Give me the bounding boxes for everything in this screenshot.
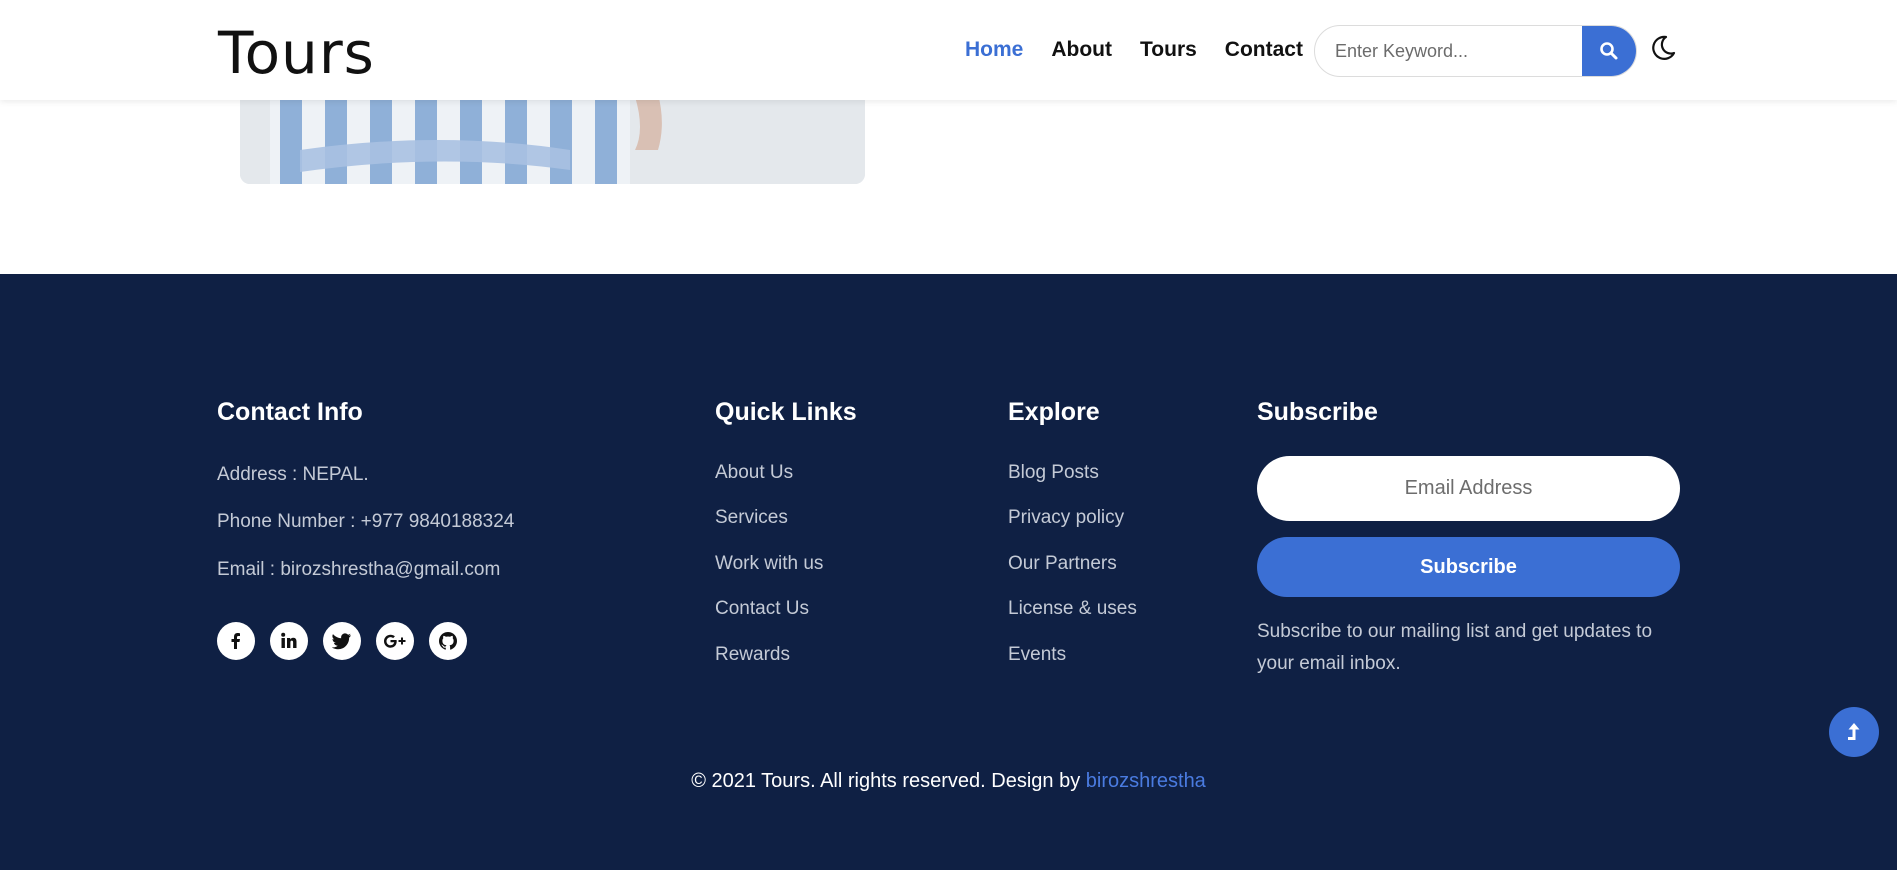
nav-tours[interactable]: Tours [1140,38,1197,62]
contact-info-heading: Contact Info [217,398,363,426]
copyright: © 2021 Tours. All rights reserved. Desig… [0,770,1897,793]
social-links [217,622,467,660]
site-logo[interactable]: Tours [218,18,375,88]
quick-links-column: Quick Links About Us Services Work with … [715,398,857,665]
theme-toggle-button[interactable] [1648,33,1678,63]
explore-heading: Explore [1008,398,1100,426]
contact-phone: Phone Number : +977 9840188324 [217,511,515,532]
quick-links-heading: Quick Links [715,398,857,426]
footer-link-blog-posts[interactable]: Blog Posts [1008,462,1099,484]
explore-column: Explore Blog Posts Privacy policy Our Pa… [1008,398,1137,665]
copyright-text: © 2021 Tours. All rights reserved. Desig… [691,770,1086,792]
google-plus-link[interactable] [376,622,414,660]
back-to-top-button[interactable] [1829,707,1879,757]
subscribe-button[interactable]: Subscribe [1257,537,1680,597]
footer-link-contact-us[interactable]: Contact Us [715,598,809,620]
search-bar [1314,25,1637,77]
contact-address: Address : NEPAL. [217,464,369,485]
footer-link-rewards[interactable]: Rewards [715,644,790,666]
site-header: Tours Home About Tours Contact [0,0,1897,100]
main-nav: Home About Tours Contact [965,38,1303,62]
email-input[interactable] [1257,456,1680,521]
search-input[interactable] [1315,26,1582,76]
contact-email: Email : birozshrestha@gmail.com [217,559,501,580]
nav-home[interactable]: Home [965,38,1023,62]
subscribe-column: Subscribe Subscribe Subscribe to our mai… [1257,398,1680,674]
nav-about[interactable]: About [1051,38,1112,62]
github-icon [439,632,457,650]
facebook-icon [231,633,240,649]
footer-link-license-uses[interactable]: License & uses [1008,598,1137,620]
subscribe-description: Subscribe to our mailing list and get up… [1257,621,1653,674]
site-footer: Contact Info Address : NEPAL. Phone Numb… [0,274,1897,870]
nav-contact[interactable]: Contact [1225,38,1303,62]
arrow-up-icon [1848,723,1860,740]
subscribe-heading: Subscribe [1257,398,1378,426]
footer-link-work-with-us[interactable]: Work with us [715,553,823,575]
footer-link-services[interactable]: Services [715,507,788,529]
footer-link-our-partners[interactable]: Our Partners [1008,553,1117,575]
footer-link-about-us[interactable]: About Us [715,462,793,484]
footer-link-privacy-policy[interactable]: Privacy policy [1008,507,1124,529]
facebook-link[interactable] [217,622,255,660]
moon-icon [1652,35,1676,60]
designer-link[interactable]: birozshrestha [1086,770,1206,792]
search-icon [1600,42,1618,60]
linkedin-icon [281,632,297,648]
twitter-icon [332,633,351,650]
github-link[interactable] [429,622,467,660]
twitter-link[interactable] [323,622,361,660]
footer-link-events[interactable]: Events [1008,644,1066,666]
search-button[interactable] [1582,26,1636,76]
contact-info-column: Contact Info Address : NEPAL. Phone Numb… [217,398,514,660]
google-plus-icon [384,634,406,648]
linkedin-link[interactable] [270,622,308,660]
